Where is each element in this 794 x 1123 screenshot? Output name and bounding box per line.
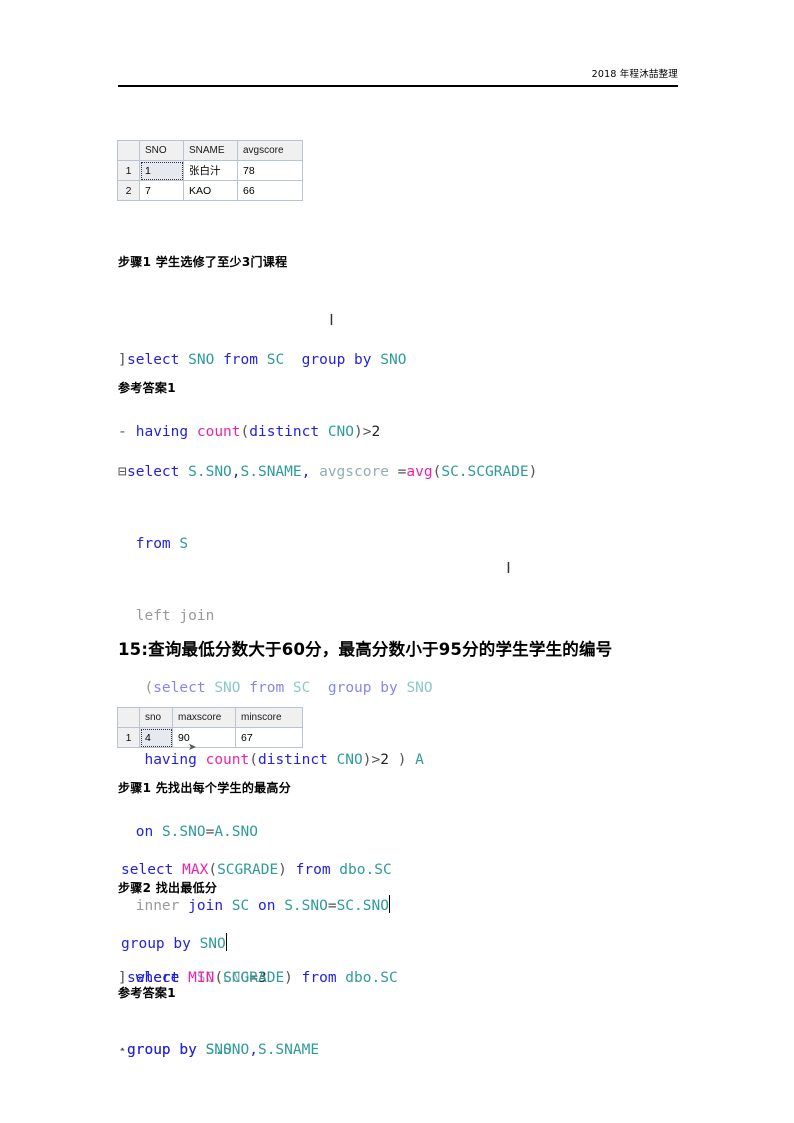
page-header: 2018 年程沐喆整理 <box>118 66 678 90</box>
column-header-sname[interactable]: SNAME <box>183 140 238 161</box>
mouse-pointer-icon: ➤ <box>188 742 197 753</box>
heading-answer1-second: 参考答案1 <box>118 986 176 1000</box>
cell-sno[interactable]: 7 <box>139 180 184 201</box>
column-header-sno[interactable]: sno <box>139 707 173 728</box>
heading-answer1-first: 参考答案1 <box>118 381 176 395</box>
heading-step1-find-max-per-student: 步骤1 先找出每个学生的最高分 <box>118 781 292 795</box>
table-header-row: sno maxscore minscore <box>117 707 303 728</box>
document-page: 2018 年程沐喆整理 SNO SNAME avgscore 1 1 张白汁 7… <box>0 0 794 1123</box>
table-row[interactable]: 1 4 90 67 <box>117 727 303 748</box>
avgscore-result-grid[interactable]: SNO SNAME avgscore 1 1 张白汁 78 2 7 KAO 66 <box>117 140 303 201</box>
code-line[interactable]: · group by SNO <box>118 1038 398 1062</box>
row-number[interactable]: 1 <box>117 727 140 748</box>
cell-avgscore[interactable]: 78 <box>237 160 303 181</box>
table-row[interactable]: 2 7 KAO 66 <box>117 180 303 201</box>
grid-corner-cell[interactable] <box>117 707 140 728</box>
column-header-maxscore[interactable]: maxscore <box>172 707 236 728</box>
cell-sname[interactable]: KAO <box>183 180 238 201</box>
cell-sno[interactable]: 4 <box>139 727 173 748</box>
text-cursor-ibeam: I <box>329 311 334 329</box>
column-header-sno[interactable]: SNO <box>139 140 184 161</box>
fold-marker[interactable]: ⊟ <box>118 460 127 484</box>
cell-sno[interactable]: 1 <box>139 160 184 181</box>
cell-maxscore[interactable]: 90 <box>172 727 236 748</box>
code-line[interactable]: left join <box>127 604 537 628</box>
section-title-15: 15:查询最低分数大于60分，最高分数小于95分的学生学生的编号 <box>118 640 613 659</box>
heading-step1-at-least-3-courses: 步骤1 学生选修了至少3门课程 <box>118 255 288 269</box>
code-line[interactable]: (select SNO from SC group by SNO <box>127 676 537 700</box>
row-number[interactable]: 1 <box>117 160 140 181</box>
heading-step2-find-min: 步骤2 找出最低分 <box>118 881 218 895</box>
grid-corner-cell[interactable] <box>117 140 140 161</box>
table-header-row: SNO SNAME avgscore <box>117 140 303 161</box>
fold-marker[interactable]: · <box>118 1038 127 1062</box>
cell-sname[interactable]: 张白汁 <box>183 160 238 181</box>
code-line[interactable]: ] select SNO from SC group by SNO <box>118 348 406 372</box>
header-attribution-text: 2018 年程沐喆整理 <box>591 69 678 80</box>
column-header-minscore[interactable]: minscore <box>235 707 303 728</box>
code-line[interactable]: from S <box>127 532 537 556</box>
column-header-avgscore[interactable]: avgscore <box>237 140 303 161</box>
fold-marker[interactable]: - <box>118 420 127 444</box>
maxmin-result-grid[interactable]: sno maxscore minscore 1 4 90 67 <box>117 707 303 748</box>
table-row[interactable]: 1 1 张白汁 78 <box>117 160 303 181</box>
sql-min-scgrade[interactable]: ] select MIN(SCGRADE) from dbo.SC · group … <box>118 918 398 1110</box>
fold-marker[interactable]: ] <box>118 348 127 372</box>
code-line[interactable]: ⊟ select S.SNO,S.SNAME, avgscore =avg(SC.… <box>118 460 537 484</box>
cell-minscore[interactable]: 67 <box>235 727 303 748</box>
row-number[interactable]: 2 <box>117 180 140 201</box>
header-rule <box>118 85 678 87</box>
text-cursor-ibeam: I <box>506 559 511 577</box>
cell-avgscore[interactable]: 66 <box>237 180 303 201</box>
